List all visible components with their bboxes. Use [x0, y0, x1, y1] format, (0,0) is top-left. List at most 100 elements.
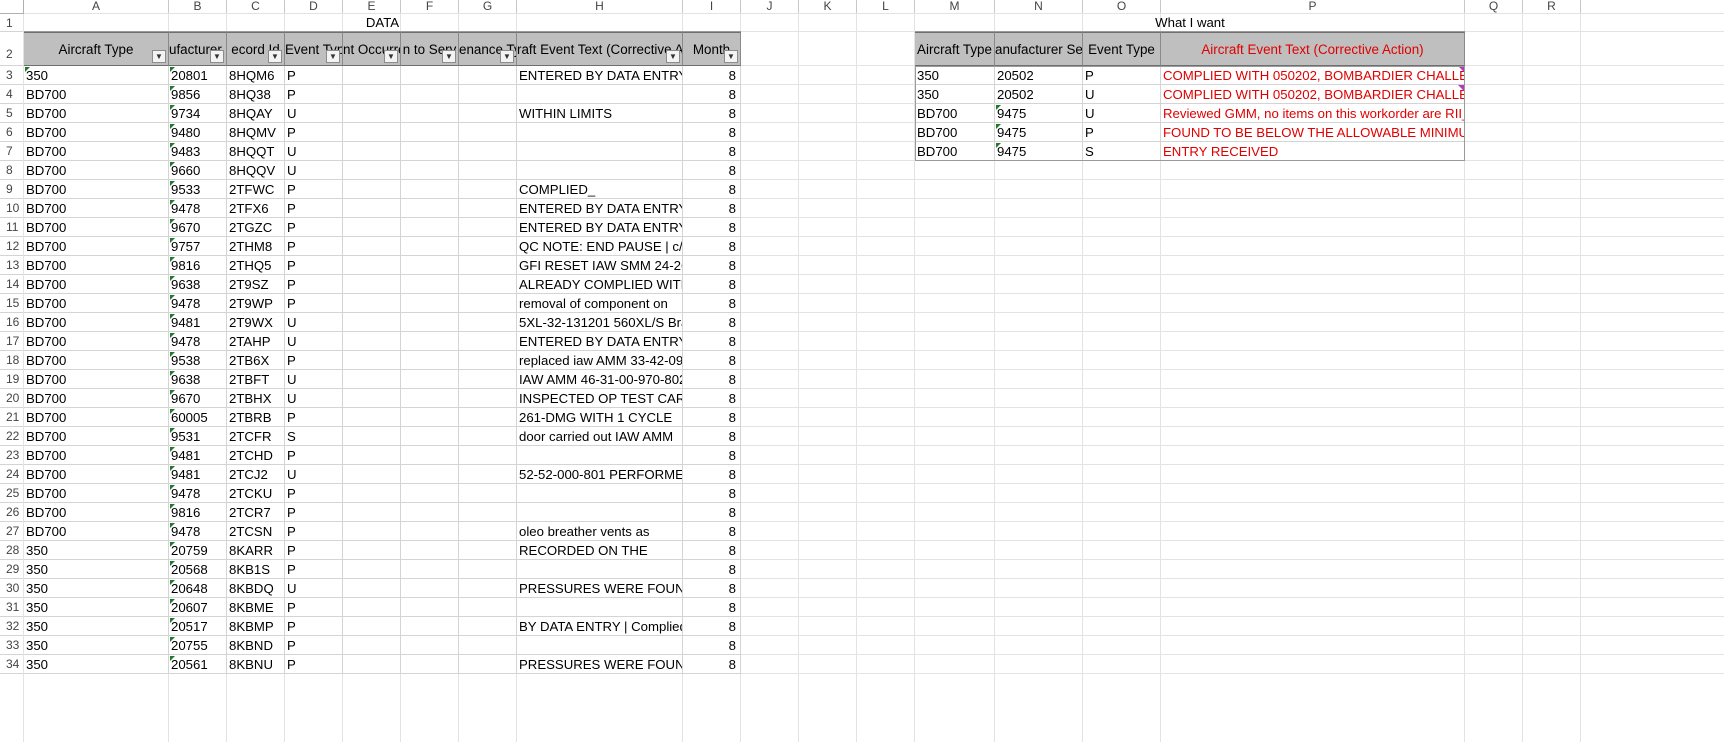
table-row[interactable]: BD700 — [24, 370, 169, 389]
table-cell[interactable]: P — [285, 503, 343, 522]
table-cell[interactable]: 8HQM6 — [227, 66, 285, 85]
table-cell[interactable]: RECORDED ON THE — [517, 541, 683, 560]
table-cell[interactable] — [343, 256, 401, 275]
table-cell[interactable]: 2TCR7 — [227, 503, 285, 522]
table-cell[interactable] — [343, 104, 401, 123]
row-header[interactable]: 15 — [0, 294, 24, 313]
table-cell[interactable]: COMPLIED WITH 050202, BOMBARDIER CHALLEN… — [1161, 85, 1465, 104]
row-header[interactable]: 4 — [0, 85, 24, 104]
table-cell[interactable] — [517, 598, 683, 617]
table-cell[interactable]: 8 — [683, 142, 741, 161]
table-row[interactable]: BD700 — [24, 218, 169, 237]
header-right-manufacturer-serial[interactable]: anufacturer Seri — [995, 32, 1083, 66]
table-cell[interactable] — [459, 161, 517, 180]
table-cell[interactable]: 9856 — [169, 85, 227, 104]
table-cell[interactable] — [401, 351, 459, 370]
table-cell[interactable] — [459, 465, 517, 484]
table-cell[interactable] — [401, 218, 459, 237]
table-row[interactable]: BD700 — [24, 408, 169, 427]
table-row[interactable]: BD700 — [24, 484, 169, 503]
table-cell[interactable]: 8 — [683, 294, 741, 313]
table-cell[interactable]: U — [285, 161, 343, 180]
table-cell[interactable] — [343, 294, 401, 313]
table-row[interactable]: BD700 — [24, 180, 169, 199]
table-cell[interactable]: 8 — [683, 427, 741, 446]
table-cell[interactable]: U — [1083, 104, 1161, 123]
table-cell[interactable]: P — [285, 237, 343, 256]
table-cell[interactable] — [343, 161, 401, 180]
table-cell[interactable]: ENTRY RECEIVED — [1161, 142, 1465, 161]
table-row[interactable]: BD700 — [24, 161, 169, 180]
filter-dropdown-icon[interactable]: ▼ — [724, 50, 738, 63]
column-header-p[interactable]: P — [1161, 0, 1465, 14]
table-cell[interactable]: U — [1083, 85, 1161, 104]
table-cell[interactable]: 9660 — [169, 161, 227, 180]
table-cell[interactable]: 8 — [683, 237, 741, 256]
table-cell[interactable]: P — [285, 85, 343, 104]
table-row[interactable]: BD700 — [915, 104, 995, 123]
table-cell[interactable] — [401, 541, 459, 560]
filter-dropdown-icon[interactable]: ▼ — [442, 50, 456, 63]
table-cell[interactable] — [343, 484, 401, 503]
table-cell[interactable]: 60005 — [169, 408, 227, 427]
table-row[interactable]: BD700 — [24, 237, 169, 256]
table-cell[interactable]: ENTERED BY DATA ENTRY | — [517, 332, 683, 351]
column-header-l[interactable]: L — [857, 0, 915, 14]
row-header[interactable]: 19 — [0, 370, 24, 389]
table-cell[interactable]: U — [285, 370, 343, 389]
table-cell[interactable]: 8 — [683, 313, 741, 332]
table-cell[interactable]: ALREADY COMPLIED WITH_ — [517, 275, 683, 294]
table-row[interactable]: 350 — [24, 598, 169, 617]
table-cell[interactable]: 9638 — [169, 370, 227, 389]
table-cell[interactable]: P — [285, 484, 343, 503]
table-cell[interactable]: U — [285, 313, 343, 332]
table-cell[interactable]: INSPECTED OP TEST CARRIED — [517, 389, 683, 408]
table-cell[interactable]: 9816 — [169, 256, 227, 275]
table-cell[interactable]: 8 — [683, 123, 741, 142]
table-cell[interactable] — [343, 655, 401, 674]
table-cell[interactable]: P — [285, 199, 343, 218]
row-header[interactable]: 16 — [0, 313, 24, 332]
row-header[interactable]: 5 — [0, 104, 24, 123]
table-cell[interactable] — [343, 142, 401, 161]
row-header[interactable]: 30 — [0, 579, 24, 598]
table-cell[interactable] — [517, 484, 683, 503]
table-cell[interactable]: 9481 — [169, 313, 227, 332]
table-cell[interactable] — [401, 579, 459, 598]
row-header[interactable]: 12 — [0, 237, 24, 256]
table-cell[interactable]: WITHIN LIMITS — [517, 104, 683, 123]
table-cell[interactable] — [517, 503, 683, 522]
table-cell[interactable]: 8 — [683, 560, 741, 579]
table-cell[interactable]: U — [285, 332, 343, 351]
table-row[interactable]: BD700 — [24, 313, 169, 332]
table-cell[interactable] — [517, 161, 683, 180]
table-cell[interactable]: IAW AMM 46-31-00-970-802 — [517, 370, 683, 389]
table-cell[interactable] — [343, 579, 401, 598]
filter-dropdown-icon[interactable]: ▼ — [210, 50, 224, 63]
table-cell[interactable] — [459, 446, 517, 465]
table-cell[interactable]: 2T9WP — [227, 294, 285, 313]
table-cell[interactable] — [343, 313, 401, 332]
table-cell[interactable]: 20648 — [169, 579, 227, 598]
table-cell[interactable] — [343, 522, 401, 541]
table-cell[interactable]: 20502 — [995, 85, 1083, 104]
table-cell[interactable] — [401, 313, 459, 332]
table-cell[interactable]: 9480 — [169, 123, 227, 142]
table-cell[interactable]: P — [285, 617, 343, 636]
table-cell[interactable] — [517, 142, 683, 161]
table-cell[interactable]: 261-DMG WITH 1 CYCLE — [517, 408, 683, 427]
header-month[interactable]: Month ▼ — [683, 32, 741, 66]
row-header[interactable]: 9 — [0, 180, 24, 199]
table-cell[interactable]: 20755 — [169, 636, 227, 655]
table-row[interactable]: BD700 — [24, 465, 169, 484]
table-cell[interactable]: 9670 — [169, 389, 227, 408]
filter-dropdown-icon[interactable]: ▼ — [152, 50, 166, 63]
table-row[interactable]: BD700 — [24, 85, 169, 104]
table-row[interactable]: BD700 — [24, 389, 169, 408]
table-cell[interactable]: 5XL-32-131201 560XL/S Brake — [517, 313, 683, 332]
filter-dropdown-icon[interactable]: ▼ — [326, 50, 340, 63]
table-cell[interactable]: 8KBNU — [227, 655, 285, 674]
table-cell[interactable] — [459, 313, 517, 332]
table-cell[interactable] — [401, 123, 459, 142]
table-cell[interactable]: 8HQMV — [227, 123, 285, 142]
